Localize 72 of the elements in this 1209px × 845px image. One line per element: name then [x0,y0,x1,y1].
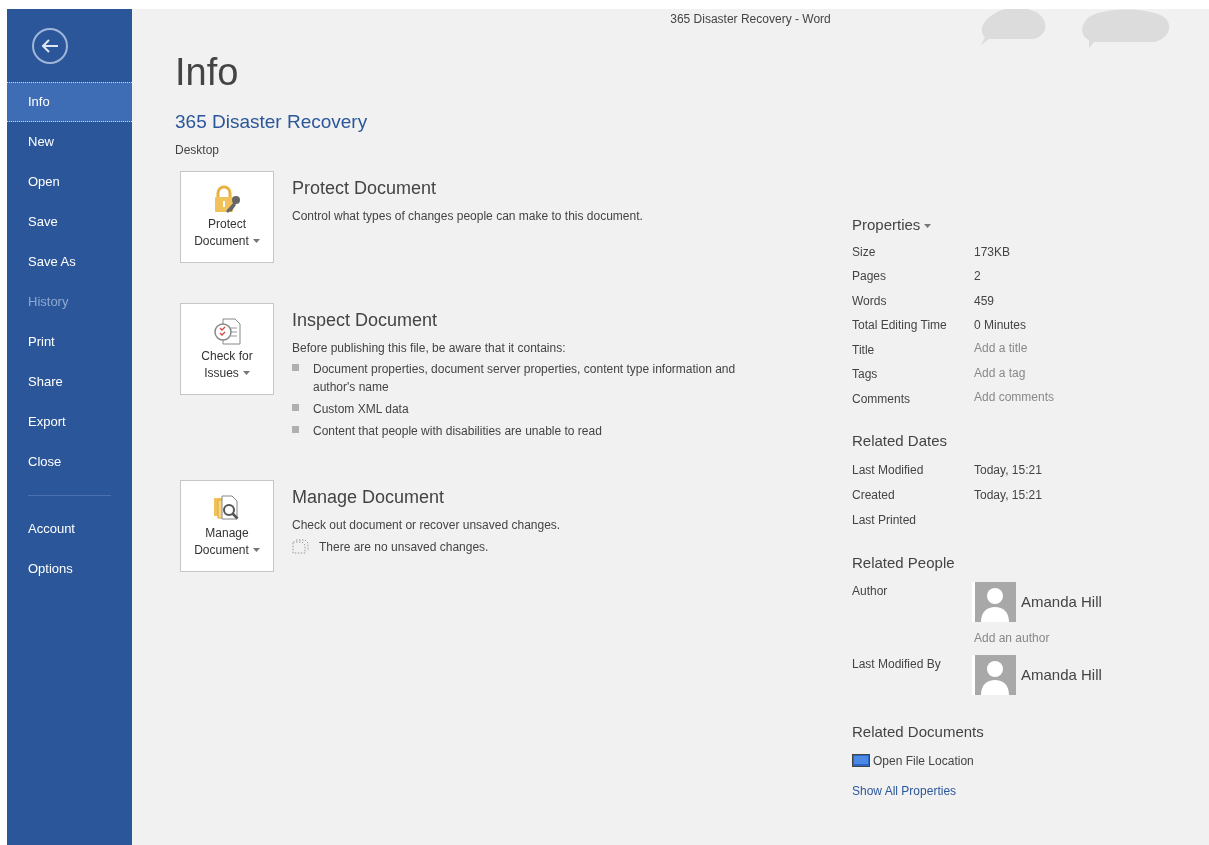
document-name: 365 Disaster Recovery [175,110,369,134]
date-label: Last Modified [852,461,925,479]
date-value: Today, 15:21 [974,461,1042,479]
person-name[interactable]: Amanda Hill [1021,663,1102,687]
property-value: 2 [974,268,981,285]
caret-icon [252,548,260,553]
date-label: Created [852,486,896,504]
back-button[interactable] [32,27,68,64]
open-file-location-link[interactable]: Open File Location [873,751,974,770]
document-icon [292,539,309,554]
property-label: Total Editing Time [852,317,948,334]
action-title: Inspect Document [292,308,439,332]
caret-icon [924,224,932,229]
property-field[interactable]: Add a title [974,340,1124,356]
action-button[interactable]: Check for Issues [180,302,274,395]
bullet-text: Content that people with disabilities are unable to read [313,422,603,440]
properties-dropdown[interactable]: Properties [852,214,1152,237]
bullet-icon [292,425,299,433]
property-label: Comments [852,390,911,408]
property-label: Title [852,341,876,359]
action-button[interactable]: Manage Document [180,479,274,572]
property-value: 459 [974,292,995,310]
avatar-icon [972,655,1016,695]
sidebar-item[interactable]: Save [7,202,132,242]
sidebar-item[interactable]: Options [7,549,132,589]
show-all-properties-link[interactable]: Show All Properties [852,781,1152,800]
document-location: Desktop [175,141,221,159]
person-label: Last Modified By [852,656,942,673]
monitor-icon [852,754,870,767]
window-title: 365 Disaster Recovery - Word [670,11,831,28]
bullet-icon [292,403,299,411]
action-description: Before publishing this file, be aware that it contains: [292,339,567,357]
property-label: Tags [852,366,879,383]
person-name[interactable]: Amanda Hill [1021,590,1102,614]
property-label: Size [852,243,877,261]
caret-icon [242,371,250,376]
sidebar-item[interactable]: Share [7,362,132,402]
page-title: Info [175,50,240,95]
date-value: Today, 15:21 [974,486,1042,504]
action-description: Control what types of changes people can make to this document. [292,207,643,225]
person-label: Author [852,583,889,600]
note-text: There are no unsaved changes. [319,538,489,556]
sidebar-item[interactable]: Account [7,509,132,549]
bullet-text: Custom XML data [313,400,410,418]
action-title: Manage Document [292,485,446,509]
property-label: Pages [852,268,888,285]
property-value: 0 Minutes [974,317,1027,334]
property-field[interactable]: Add comments [974,389,1124,405]
sidebar-item[interactable]: Info [7,82,132,122]
add-author-field[interactable]: Add an author [974,630,1104,645]
caret-icon [252,239,260,244]
action-title: Protect Document [292,176,438,200]
action-button[interactable]: Protect Document [180,170,274,263]
section-heading: Related People [852,552,956,573]
document-checklist-icon [211,315,243,348]
section-heading: Related Dates [852,431,949,451]
bullet-text: Document properties, document server properties, content type information and author's name [313,360,737,396]
sidebar-item[interactable]: Open [7,162,132,202]
sidebar-item[interactable]: Print [7,322,132,362]
sidebar-item[interactable]: Save As [7,242,132,282]
section-heading: Related Documents [852,722,985,742]
bullet-icon [292,363,299,371]
avatar-icon [972,582,1016,622]
action-description: Check out document or recover unsaved changes. [292,516,561,534]
property-value: 173KB [974,243,1011,261]
property-field[interactable]: Add a tag [974,365,1124,380]
arrow-left-icon [41,38,59,53]
sidebar-item[interactable]: New [7,122,132,162]
property-label: Words [852,292,888,310]
sidebar-item[interactable]: Close [7,442,132,482]
sidebar-item[interactable]: Export [7,402,132,442]
date-label: Last Printed [852,511,918,529]
